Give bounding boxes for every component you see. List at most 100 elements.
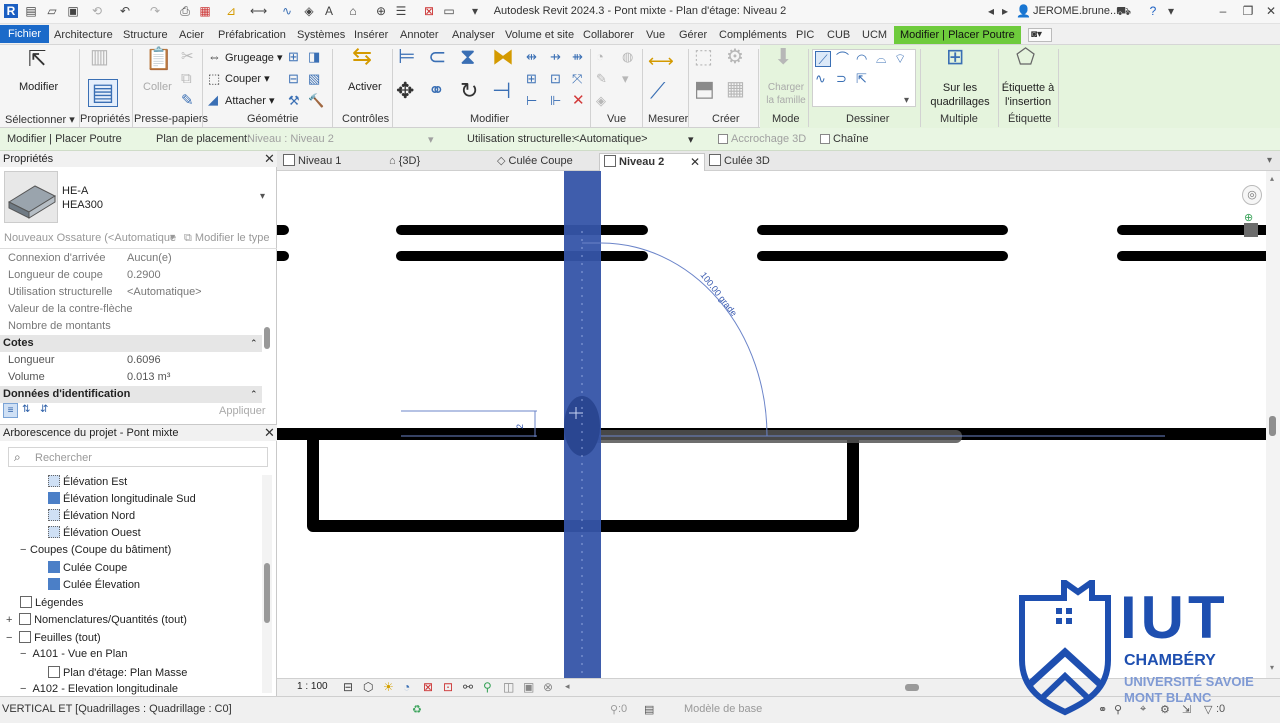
copy-icon[interactable]: ⧉ <box>181 71 192 87</box>
hscroll-left-icon[interactable]: ◂ <box>565 681 570 692</box>
view-tab-niveau-1[interactable]: Niveau 1 <box>283 153 341 171</box>
activer-button[interactable]: Activer <box>348 81 382 93</box>
create-group-icon[interactable]: ⬒ <box>694 78 715 100</box>
sur-quadrillages-button[interactable]: Sur les quadrillages <box>922 81 998 109</box>
tab-acier[interactable]: Acier <box>177 26 206 44</box>
collapse-icon[interactable]: − <box>20 683 30 695</box>
properties-scrollbar[interactable] <box>264 327 270 349</box>
draw-arc-center-icon[interactable]: ◠ <box>856 51 867 67</box>
model-icon[interactable]: ▤ <box>644 703 654 716</box>
tab-close-icon[interactable]: ✕ <box>690 154 700 170</box>
spot-icon[interactable]: ∿ <box>280 4 294 18</box>
text-icon[interactable]: A <box>322 4 336 18</box>
sort-category-icon[interactable]: ≡ <box>3 403 18 418</box>
properties-close-icon[interactable]: ✕ <box>264 151 275 167</box>
trim-icon[interactable]: ⊣ <box>492 80 511 102</box>
view-scale[interactable]: 1 : 100 <box>297 681 328 692</box>
on-grids-icon[interactable]: ⊞ <box>946 46 964 68</box>
tab-gerer[interactable]: Gérer <box>677 26 709 44</box>
split-gap-icon[interactable]: ⇸ <box>550 49 561 65</box>
modify-button[interactable]: Modifier <box>19 81 58 93</box>
placement-plane-select[interactable]: Niveau : Niveau 2 <box>247 133 334 145</box>
reveal-hidden-icon[interactable]: ◫ <box>503 680 514 694</box>
extend-icon[interactable]: ⊩ <box>550 93 561 109</box>
tab-cub[interactable]: CUB <box>825 26 852 44</box>
tab-annoter[interactable]: Annoter <box>398 26 441 44</box>
3d-home-icon[interactable]: ⌂ <box>346 4 360 18</box>
dimension-aligned-icon[interactable]: ⟋ <box>650 80 665 102</box>
type-properties-icon[interactable]: ▥ <box>90 47 109 67</box>
load-family-icon[interactable]: ⬇ <box>774 46 792 68</box>
activate-controls-icon[interactable]: ⇆ <box>352 45 372 69</box>
prop-row[interactable]: Volume 0.013 m³ <box>0 369 262 386</box>
linework-icon[interactable]: ✎ <box>596 71 607 87</box>
minimize-icon[interactable]: – <box>1216 4 1230 18</box>
hide-icon[interactable]: ◍ <box>622 49 633 65</box>
undo-icon[interactable]: ↶ <box>118 4 132 18</box>
tab-modifier-placer-poutre[interactable]: Modifier | Placer Poutre <box>894 26 1021 44</box>
collapse-icon[interactable]: ⌃ <box>250 386 258 403</box>
type-selector-dropdown-icon[interactable]: ▾ <box>260 191 265 202</box>
mirror-axis-icon[interactable]: ⧗ <box>460 46 475 68</box>
tag-on-placement-icon[interactable]: ⬠ <box>1016 46 1035 68</box>
dimension-icon[interactable]: ⟷ <box>250 4 267 18</box>
draw-fillet-icon[interactable]: ⌔ <box>894 51 906 67</box>
tab-systemes[interactable]: Systèmes <box>295 26 347 44</box>
tab-ucm[interactable]: UCM <box>860 26 889 44</box>
thin-lines-icon[interactable]: ☰ <box>394 4 408 18</box>
temp-view-properties-icon[interactable]: ▣ <box>523 680 534 694</box>
etiquette-insertion-button[interactable]: Étiquette à l'insertion <box>1000 81 1056 109</box>
help-dropdown-icon[interactable]: ▾ <box>1164 4 1178 18</box>
attach-icon[interactable]: ◢ <box>208 92 218 108</box>
grugeage-button[interactable]: Grugeage ▾ <box>225 51 283 64</box>
tab-vue[interactable]: Vue <box>644 26 667 44</box>
draw-gallery-expand-icon[interactable]: ▾ <box>904 93 909 109</box>
browser-scroll-thumb[interactable] <box>264 563 270 623</box>
hscroll-thumb[interactable] <box>905 684 919 691</box>
zoom-dropdown-icon[interactable] <box>1244 223 1258 237</box>
align-icon[interactable]: ⊨ <box>398 47 415 67</box>
type-family[interactable]: HE-A <box>62 185 88 197</box>
prop-row[interactable]: Longueur 0.6096 <box>0 352 262 369</box>
join-icon[interactable]: ⊞ <box>288 49 299 65</box>
prop-row[interactable]: Nombre de montants <box>0 318 262 335</box>
paste-button[interactable]: Coller <box>143 81 172 93</box>
sun-path-icon[interactable]: ☀ <box>383 680 394 694</box>
group-identification[interactable]: Données d'identification ⌃ <box>0 386 262 403</box>
user-name[interactable]: JEROME.brune... <box>1033 5 1119 17</box>
model-select[interactable]: Modèle de base <box>684 703 762 715</box>
select-panel-label[interactable]: Sélectionner ▾ <box>5 113 75 126</box>
nav-left-icon[interactable]: ◂ <box>984 4 998 18</box>
switch-windows-icon[interactable]: ▭ <box>442 4 456 18</box>
tree-item-a101[interactable]: − A101 - Vue en Plan <box>20 648 127 660</box>
collapse-icon[interactable]: ⌃ <box>250 335 258 352</box>
create-assembly-icon[interactable]: ⬚ <box>694 47 713 67</box>
tree-item-elevation-sud[interactable]: Élévation longitudinale Sud <box>48 492 196 505</box>
prop-row[interactable]: Utilisation structurelle <Automatique> <box>0 284 262 301</box>
view-tabs-menu-icon[interactable]: ▾ <box>1267 153 1272 171</box>
collapse-icon[interactable]: − <box>6 632 16 644</box>
pdf-icon[interactable]: ▦ <box>198 4 212 18</box>
nav-right-icon[interactable]: ▸ <box>998 4 1012 18</box>
wall-join-icon[interactable]: ◨ <box>308 49 320 65</box>
sync-icon[interactable]: ⟲ <box>90 4 104 18</box>
tab-collaborer[interactable]: Collaborer <box>581 26 636 44</box>
tree-group-feuilles[interactable]: − Feuilles (tout) <box>6 631 101 644</box>
tree-item-culee-coupe[interactable]: Culée Coupe <box>48 561 127 574</box>
attacher-button[interactable]: Attacher ▾ <box>225 94 275 107</box>
expand-icon[interactable]: + <box>6 614 16 626</box>
collapse-icon[interactable]: − <box>20 648 30 660</box>
open-icon[interactable]: ▱ <box>45 4 59 18</box>
tab-analyser[interactable]: Analyser <box>450 26 497 44</box>
draw-spline-icon[interactable]: ∿ <box>815 71 826 87</box>
group-cotes[interactable]: Cotes ⌃ <box>0 335 262 352</box>
instance-filter-select[interactable]: Nouveaux Ossature (<Automatique <box>4 232 176 244</box>
copy-elements-icon[interactable]: ⚭ <box>428 81 445 101</box>
worksets-icon[interactable]: ♻ <box>412 703 422 716</box>
split-icon[interactable]: ⇹ <box>526 49 537 65</box>
tab-volume-site[interactable]: Volume et site <box>503 26 576 44</box>
create-similar-icon[interactable]: ▦ <box>726 79 745 99</box>
tree-item-elevation-nord[interactable]: Élévation Nord <box>48 509 135 522</box>
cart-icon[interactable]: ⛟ <box>1116 4 1131 18</box>
sort-az-icon[interactable]: ⇅ <box>22 404 30 415</box>
